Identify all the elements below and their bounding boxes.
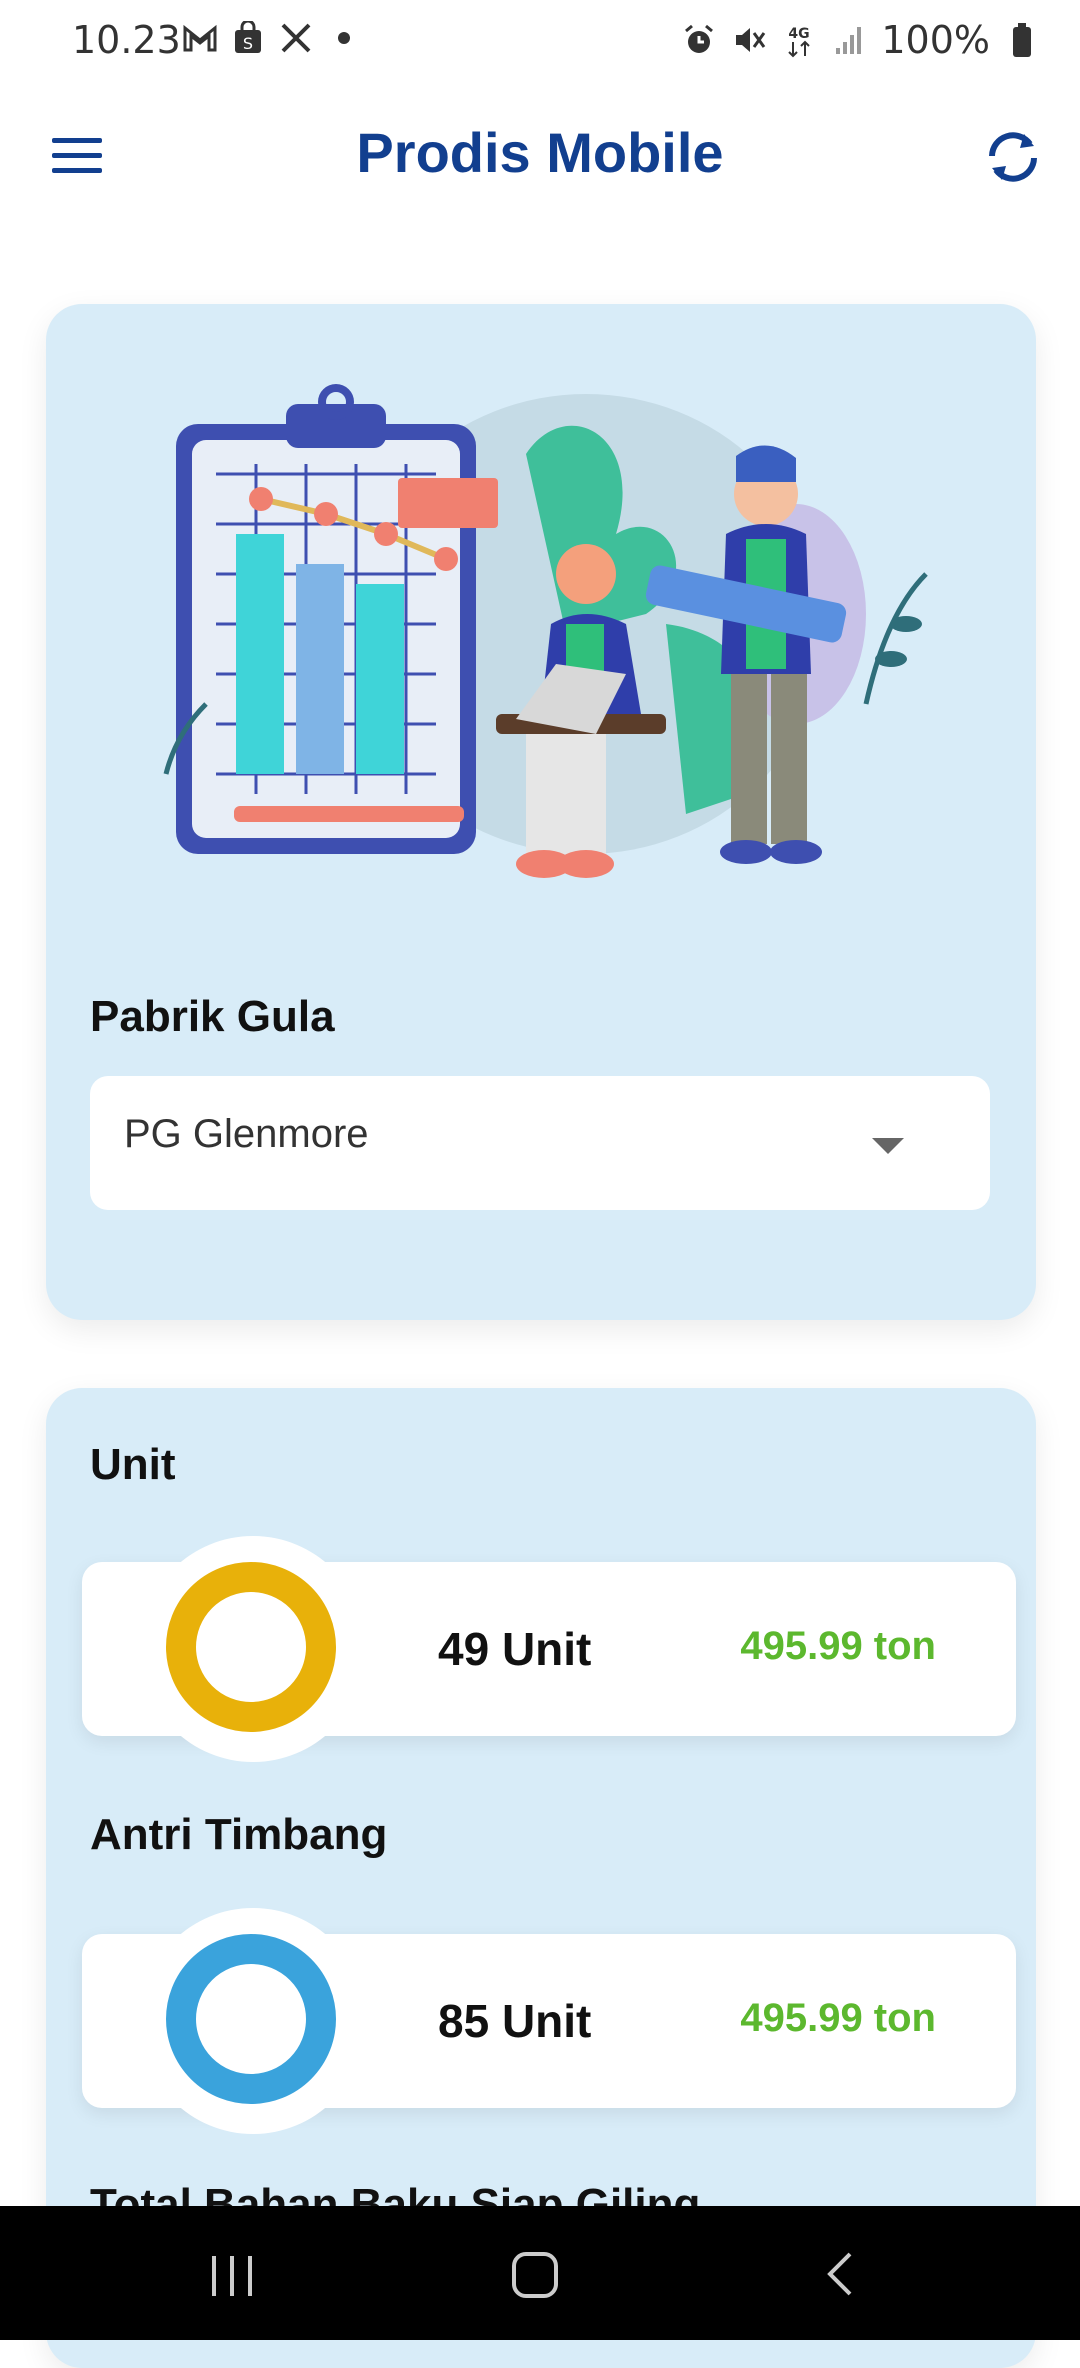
unit-label: Unit [90,1440,176,1489]
signal-icon [831,22,867,58]
antri-count: 85 Unit [438,1995,592,2047]
home-button[interactable] [506,2244,566,2304]
back-icon [827,2252,852,2296]
antri-label: Antri Timbang [90,1810,388,1859]
status-time: 10.23 [72,18,181,62]
svg-text:S: S [243,34,253,53]
refresh-button[interactable] [982,126,1044,188]
back-button[interactable] [810,2244,870,2304]
unit-ring-icon [166,1562,336,1732]
dashboard-illustration [163,384,928,878]
network-4g-icon: 4G [781,22,817,58]
dropdown-arrow-icon [872,1138,904,1154]
mute-icon [731,22,767,58]
unit-stat-row[interactable]: 49 Unit 495.99 ton [82,1536,1016,1762]
page-title: Prodis Mobile [356,121,724,184]
home-icon [512,2252,558,2298]
app-bar: Prodis Mobile [0,100,1080,210]
antri-stat-row[interactable]: 85 Unit 495.99 ton [82,1908,1016,2134]
factory-label: Pabrik Gula [90,992,335,1041]
factory-selected-value: PG Glenmore [124,1112,369,1156]
unit-tonnage: 495.99 ton [740,1624,936,1668]
gmail-icon [182,20,218,56]
antri-tonnage: 495.99 ton [740,1996,936,2040]
svg-text:4G: 4G [789,26,810,42]
status-notification-icons: S [182,20,362,56]
alarm-icon [681,22,717,58]
status-system-icons: 4G 100% [681,18,1040,62]
recents-icon [212,2256,252,2296]
system-nav-bar [0,2206,1080,2340]
dot-icon [326,20,362,56]
status-bar: 10.23 S 4G 100% [0,0,1080,84]
x-icon [278,20,314,56]
antri-ring-icon [166,1934,336,2104]
battery-icon [1004,22,1040,58]
factory-card: Pabrik Gula PG Glenmore [46,304,1036,1320]
recents-button[interactable] [202,2244,262,2304]
shop-icon: S [230,20,266,56]
battery-percent: 100% [881,18,990,62]
unit-count: 49 Unit [438,1623,592,1675]
refresh-icon [989,132,1037,182]
factory-dropdown[interactable]: PG Glenmore [90,1076,990,1210]
